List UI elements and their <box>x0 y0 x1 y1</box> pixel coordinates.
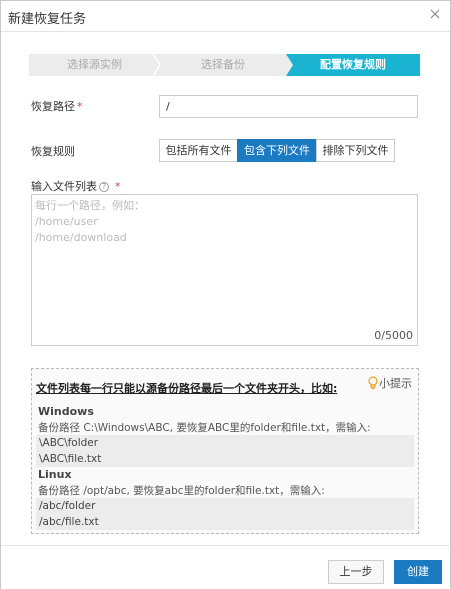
create-button[interactable]: 创建 <box>394 560 442 584</box>
char-counter: 0/5000 <box>374 329 413 342</box>
step-select-source: 选择源实例 <box>29 54 160 76</box>
tips-hint-label: 小提示 <box>379 377 412 390</box>
tips-heading: 文件列表每一行只能以源备份路径最后一个文件夹开头，比如: <box>36 382 338 395</box>
restore-path-input[interactable] <box>159 95 418 118</box>
file-list-placeholder: 每行一个路径，例如： /home/user /home/download <box>35 198 145 246</box>
windows-desc: 备份路径 C:\Windows\ABC, 要恢复ABC里的folder和file… <box>38 422 371 434</box>
dialog-title: 新建恢复任务 <box>8 12 87 27</box>
new-restore-task-dialog: 新建恢复任务 选择源实例 选择备份 配置恢复规则 恢复路径* 恢复规则 包括所有… <box>0 0 451 589</box>
tips-box: 文件列表每一行只能以源备份路径最后一个文件夹开头，比如: 小提示 Windows… <box>31 368 419 534</box>
placeholder-line: /home/user <box>35 215 98 228</box>
close-icon[interactable] <box>428 7 442 21</box>
dialog-footer: 上一步 创建 <box>1 545 450 589</box>
example-line: /abc/folder <box>39 500 96 512</box>
rule-option-include-all[interactable]: 包括所有文件 <box>159 139 238 162</box>
lightbulb-icon <box>368 376 378 390</box>
path-label: 恢复路径 * <box>31 98 83 114</box>
step-select-backup: 选择备份 <box>153 54 293 76</box>
previous-step-button[interactable]: 上一步 <box>328 560 384 584</box>
step-label: 选择备份 <box>201 58 245 71</box>
placeholder-line: 每行一个路径，例如： <box>35 199 145 212</box>
file-list-label: 输入文件列表? * <box>31 178 121 194</box>
linux-heading: Linux <box>38 468 72 481</box>
rule-option-exclude-listed[interactable]: 排除下列文件 <box>316 139 395 162</box>
tips-hint: 小提示 <box>367 375 412 391</box>
required-mark: * <box>115 180 121 193</box>
example-line: /abc/file.txt <box>39 516 99 528</box>
rule-label: 恢复规则 <box>31 145 75 158</box>
rule-option-include-listed[interactable]: 包含下列文件 <box>237 139 317 162</box>
required-mark: * <box>77 100 83 113</box>
windows-heading: Windows <box>38 405 94 418</box>
windows-example: \ABC\folder \ABC\file.txt <box>36 435 414 467</box>
step-configure-rules: 配置恢复规则 <box>286 54 420 76</box>
linux-example: /abc/folder /abc/file.txt <box>36 498 414 530</box>
help-icon[interactable]: ? <box>99 182 109 192</box>
file-list-label-text: 输入文件列表 <box>31 180 97 193</box>
example-line: \ABC\folder <box>39 437 99 449</box>
linux-desc: 备份路径 /opt/abc, 要恢复abc里的folder和file.txt，需… <box>38 485 325 497</box>
dialog-header: 新建恢复任务 <box>1 1 450 32</box>
file-list-textarea[interactable]: 每行一个路径，例如： /home/user /home/download 0/5… <box>31 194 418 346</box>
wizard-steps: 选择源实例 选择备份 配置恢复规则 <box>29 54 420 76</box>
example-line: \ABC\file.txt <box>39 453 102 465</box>
path-label-text: 恢复路径 <box>31 100 75 113</box>
step-label: 选择源实例 <box>67 58 122 71</box>
step-label: 配置恢复规则 <box>320 58 386 71</box>
placeholder-line: /home/download <box>35 231 127 244</box>
